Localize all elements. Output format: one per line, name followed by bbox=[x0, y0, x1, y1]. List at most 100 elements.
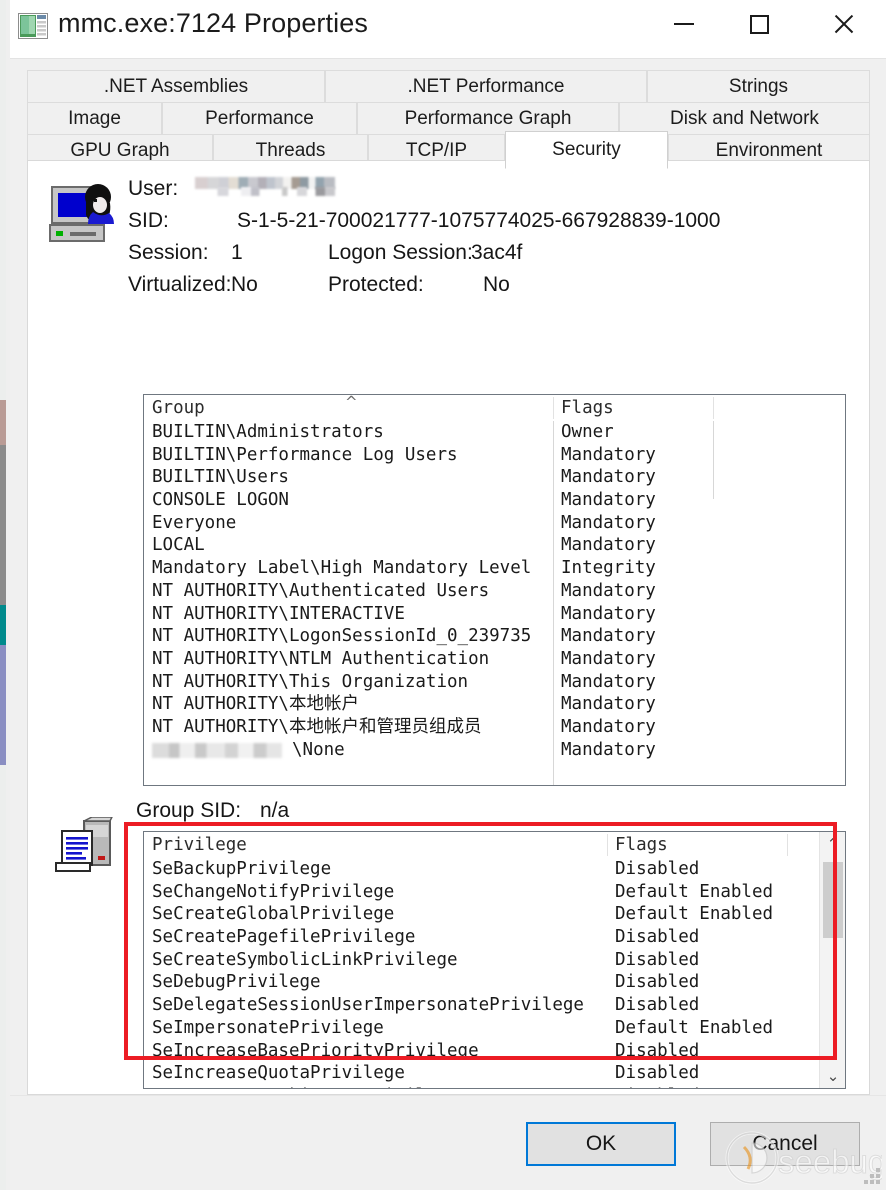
group-column-header[interactable]: Group ^ bbox=[144, 395, 553, 421]
privileges-list-row[interactable]: SeDelegateSessionUserImpersonatePrivileg… bbox=[144, 994, 845, 1017]
user-account-icon bbox=[48, 181, 120, 249]
group-name: NT AUTHORITY\本地帐户和管理员组成员 bbox=[152, 716, 482, 737]
privileges-list-row[interactable]: SeCreateGlobalPrivilege Default Enabled bbox=[144, 903, 845, 926]
group-list-row[interactable]: CONSOLE LOGON Mandatory bbox=[144, 489, 845, 512]
tab-label: Performance Graph bbox=[404, 107, 572, 129]
privilege-column-header[interactable]: Privilege bbox=[144, 832, 607, 858]
group-name: CONSOLE LOGON bbox=[152, 490, 289, 511]
group-flags: Mandatory bbox=[561, 694, 656, 715]
minimize-button[interactable] bbox=[650, 0, 718, 48]
group-list-row[interactable]: BUILTIN\Administrators Owner bbox=[144, 421, 845, 444]
group-name: NT AUTHORITY\INTERACTIVE bbox=[152, 603, 405, 624]
privilege-flags: Default Enabled bbox=[615, 1017, 774, 1038]
group-list-row[interactable]: \None Mandatory bbox=[144, 739, 845, 762]
tab-net-assemblies[interactable]: .NET Assemblies bbox=[27, 70, 325, 103]
virtualized-label: Virtualized: bbox=[128, 273, 232, 296]
header-separator bbox=[787, 834, 788, 856]
group-name: NT AUTHORITY\NTLM Authentication bbox=[152, 648, 490, 669]
group-list-row[interactable]: LOCAL Mandatory bbox=[144, 534, 845, 557]
privilege-flags: Disabled bbox=[615, 859, 700, 879]
group-flags: Mandatory bbox=[561, 671, 656, 692]
maximize-button[interactable] bbox=[725, 0, 793, 48]
privileges-list-row[interactable]: SeIncreaseWorkingSetPrivilege Disabled bbox=[144, 1085, 845, 1088]
logon-session-label: Logon Session: bbox=[328, 241, 473, 264]
group-list[interactable]: Group ^ Flags BUILTIN\Administrators Owne… bbox=[143, 394, 846, 786]
ok-button-label: OK bbox=[585, 1132, 617, 1155]
close-button[interactable] bbox=[810, 0, 878, 48]
privilege-flags: Disabled bbox=[615, 995, 700, 1016]
ok-button[interactable]: OK bbox=[526, 1122, 676, 1166]
privilege-flags: Default Enabled bbox=[615, 904, 774, 925]
privileges-list-row[interactable]: SeCreatePagefilePrivilege Disabled bbox=[144, 926, 845, 949]
scroll-down-icon[interactable]: ⌄ bbox=[820, 1064, 845, 1088]
group-list-row[interactable]: NT AUTHORITY\INTERACTIVE Mandatory bbox=[144, 603, 845, 626]
privileges-document-icon bbox=[50, 816, 116, 879]
tab-image[interactable]: Image bbox=[27, 102, 162, 135]
privileges-list-header[interactable]: Privilege Flags bbox=[144, 832, 845, 858]
group-list-row[interactable]: NT AUTHORITY\LogonSessionId_0_239735 Mand… bbox=[144, 625, 845, 648]
flags-column-label: Flags bbox=[561, 398, 614, 418]
privileges-list-row[interactable]: SeBackupPrivilege Disabled bbox=[144, 858, 845, 881]
group-name: Everyone bbox=[152, 512, 237, 533]
group-flags: Mandatory bbox=[561, 739, 656, 760]
tab-row-1: .NET Assemblies .NET Performance Strings bbox=[27, 70, 870, 103]
group-flags: Mandatory bbox=[561, 716, 656, 737]
tab-label: Environment bbox=[715, 139, 823, 161]
sid-value: S-1-5-21-700021777-1075774025-667928839-… bbox=[237, 209, 721, 232]
tab-strip: .NET Assemblies .NET Performance Strings… bbox=[27, 70, 870, 169]
group-list-header[interactable]: Group ^ Flags bbox=[144, 395, 845, 421]
group-list-row[interactable]: Everyone Mandatory bbox=[144, 512, 845, 535]
group-list-row[interactable]: BUILTIN\Performance Log Users Mandatory bbox=[144, 444, 845, 467]
tab-security[interactable]: Security bbox=[505, 131, 668, 169]
tab-net-performance[interactable]: .NET Performance bbox=[325, 70, 647, 103]
group-list-row[interactable]: NT AUTHORITY\本地帐户 Mandatory bbox=[144, 693, 845, 716]
privilege-name: SeCreateGlobalPrivilege bbox=[152, 904, 395, 925]
background-window-sliver bbox=[0, 0, 10, 1190]
privilege-flags: Default Enabled bbox=[615, 881, 774, 902]
privileges-list-row[interactable]: SeChangeNotifyPrivilege Default Enabled bbox=[144, 881, 845, 904]
group-list-row[interactable]: Mandatory Label\High Mandatory Level Inte… bbox=[144, 557, 845, 580]
privilege-flags: Disabled bbox=[615, 1040, 700, 1061]
tab-label: .NET Performance bbox=[407, 75, 565, 97]
privileges-list-row[interactable]: SeImpersonatePrivilege Default Enabled bbox=[144, 1017, 845, 1040]
privilege-name: SeBackupPrivilege bbox=[152, 859, 332, 879]
protected-value: No bbox=[483, 273, 510, 296]
close-icon bbox=[832, 12, 856, 36]
tab-label: Security bbox=[552, 139, 621, 160]
group-sid-label: Group SID: bbox=[136, 799, 242, 822]
group-flags: Mandatory bbox=[561, 603, 656, 624]
mmc-console-icon bbox=[18, 13, 48, 39]
flags-column-header[interactable]: Flags bbox=[553, 395, 713, 421]
privileges-list-row[interactable]: SeIncreaseQuotaPrivilege Disabled bbox=[144, 1062, 845, 1085]
privilege-name: SeImpersonatePrivilege bbox=[152, 1017, 384, 1038]
privilege-flags: Disabled bbox=[615, 927, 700, 948]
window-title: mmc.exe:7124 Properties bbox=[58, 8, 368, 38]
group-list-row[interactable]: BUILTIN\Users Mandatory bbox=[144, 466, 845, 489]
resize-grip[interactable] bbox=[864, 1168, 881, 1185]
group-list-row[interactable]: NT AUTHORITY\NTLM Authentication Mandator… bbox=[144, 648, 845, 671]
privileges-list-row[interactable]: SeIncreaseBasePriorityPrivilege Disabled bbox=[144, 1040, 845, 1063]
group-flags: Mandatory bbox=[561, 580, 656, 601]
group-list-row[interactable]: NT AUTHORITY\Authenticated Users Mandator… bbox=[144, 580, 845, 603]
scroll-up-icon[interactable]: ⌃ bbox=[820, 832, 845, 856]
privileges-scrollbar[interactable]: ⌃ ⌄ bbox=[819, 832, 845, 1088]
privilege-flags-column-header[interactable]: Flags bbox=[607, 832, 787, 858]
privileges-list-row[interactable]: SeCreateSymbolicLinkPrivilege Disabled bbox=[144, 949, 845, 972]
cancel-button[interactable]: Cancel bbox=[710, 1122, 860, 1166]
tab-strings[interactable]: Strings bbox=[647, 70, 870, 103]
privilege-flags: Disabled bbox=[615, 1063, 700, 1084]
group-name: NT AUTHORITY\Authenticated Users bbox=[152, 580, 490, 601]
security-tab-panel: User: SID: S-1-5-21-700021777-1075774025… bbox=[27, 160, 870, 1147]
tab-label: .NET Assemblies bbox=[103, 75, 249, 97]
group-list-row[interactable]: NT AUTHORITY\This Organization Mandatory bbox=[144, 671, 845, 694]
group-name: NT AUTHORITY\本地帐户 bbox=[152, 694, 359, 715]
group-list-row[interactable]: NT AUTHORITY\本地帐户和管理员组成员 Mandatory bbox=[144, 716, 845, 739]
privilege-flags: Disabled bbox=[615, 949, 700, 970]
tab-performance[interactable]: Performance bbox=[162, 102, 357, 135]
group-name: NT AUTHORITY\This Organization bbox=[152, 671, 469, 692]
group-name: BUILTIN\Administrators bbox=[152, 422, 384, 442]
privileges-list-row[interactable]: SeDebugPrivilege Disabled bbox=[144, 971, 845, 994]
privilege-name: SeIncreaseBasePriorityPrivilege bbox=[152, 1040, 479, 1061]
scrollbar-thumb[interactable] bbox=[823, 862, 843, 938]
privileges-list[interactable]: Privilege Flags SeBackupPrivilege Disable… bbox=[143, 831, 846, 1089]
